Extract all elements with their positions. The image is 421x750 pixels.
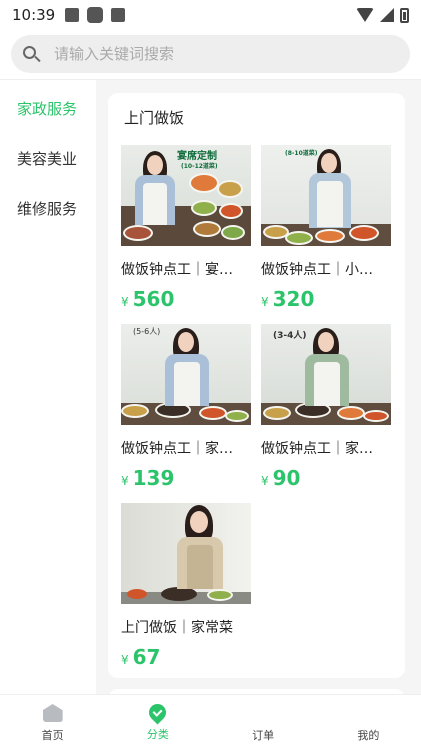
bottom-tab-bar: 首页 分类 订单 我的 [0,694,421,750]
tab-orders[interactable]: 订单 [211,695,316,750]
product-card[interactable]: 上门做饭｜家常菜 ¥ 67 [121,503,251,669]
tab-category[interactable]: 分类 [105,695,210,750]
home-icon [42,704,63,722]
product-image-banner: 宴席定制 [177,151,217,162]
product-image: (5-6人) [121,324,251,425]
main-content: 上门做饭 宴席定制 (10-12道菜) 做饭钟点工｜宴席定制 [96,80,421,694]
product-title: 做饭钟点工｜小型聚餐 [261,262,385,278]
battery-icon [400,7,409,23]
tab-profile[interactable]: 我的 [316,695,421,750]
product-price: ¥ 560 [121,287,251,311]
tab-label: 我的 [357,729,380,742]
sidebar-item-repair[interactable]: 维修服务 [0,184,96,234]
search-header [0,30,421,80]
signal-icon [380,8,394,22]
price-amount: 560 [132,287,175,311]
product-image-banner: (5-6人) [133,327,161,336]
app-notification-icon [87,7,104,23]
product-price: ¥ 139 [121,466,251,490]
section-card: 上门做饭 宴席定制 (10-12道菜) 做饭钟点工｜宴席定制 [108,93,405,678]
search-bar[interactable] [11,35,410,73]
product-card[interactable]: (3-4人) 做饭钟点工｜家常菜 ¥ 90 [261,324,391,490]
category-sidebar: 家政服务 美容美业 维修服务 [0,80,96,694]
product-card[interactable]: (5-6人) 做饭钟点工｜家常菜 ¥ 139 [121,324,251,490]
product-title: 做饭钟点工｜家常菜 [121,441,245,457]
search-input[interactable] [54,45,374,63]
tab-label: 分类 [146,728,169,741]
tab-home[interactable]: 首页 [0,695,105,750]
order-icon [253,704,273,722]
profile-icon [358,704,378,722]
product-title: 上门做饭｜家常菜 [121,620,233,636]
product-card[interactable]: 宴席定制 (10-12道菜) 做饭钟点工｜宴席定制 ¥ 560 [121,145,251,311]
product-image: (8-10道菜) [261,145,391,246]
product-image-banner-sub: (10-12道菜) [181,163,218,170]
product-price: ¥ 320 [261,287,391,311]
currency-symbol: ¥ [121,474,129,488]
image-notification-icon [65,8,80,22]
status-time: 10:39 [12,6,56,24]
product-price: ¥ 90 [261,466,391,490]
status-bar: 10:39 [0,0,421,30]
category-tag-icon [145,700,170,725]
product-card[interactable]: (8-10道菜) 做饭钟点工｜小型聚餐 ¥ 320 [261,145,391,311]
product-price: ¥ 67 [121,645,251,669]
tab-label: 订单 [252,729,275,742]
product-image: 宴席定制 (10-12道菜) [121,145,251,246]
price-amount: 139 [132,466,175,490]
section-title: 上门做饭 [124,109,185,127]
price-amount: 320 [272,287,315,311]
price-amount: 90 [272,466,301,490]
product-image-banner: (8-10道菜) [285,150,318,157]
sidebar-item-housekeeping[interactable]: 家政服务 [0,84,96,134]
tab-label: 首页 [41,729,64,742]
product-image: (3-4人) [261,324,391,425]
currency-symbol: ¥ [261,295,269,309]
price-amount: 67 [132,645,161,669]
font-notification-icon [111,8,126,22]
product-image-banner: (3-4人) [273,331,307,341]
product-title: 做饭钟点工｜家常菜 [261,441,385,457]
wifi-icon [356,8,374,22]
product-image [121,503,251,604]
sidebar-item-beauty[interactable]: 美容美业 [0,134,96,184]
currency-symbol: ¥ [121,653,129,667]
currency-symbol: ¥ [261,474,269,488]
search-icon [23,45,41,63]
currency-symbol: ¥ [121,295,129,309]
product-title: 做饭钟点工｜宴席定制 [121,262,245,278]
